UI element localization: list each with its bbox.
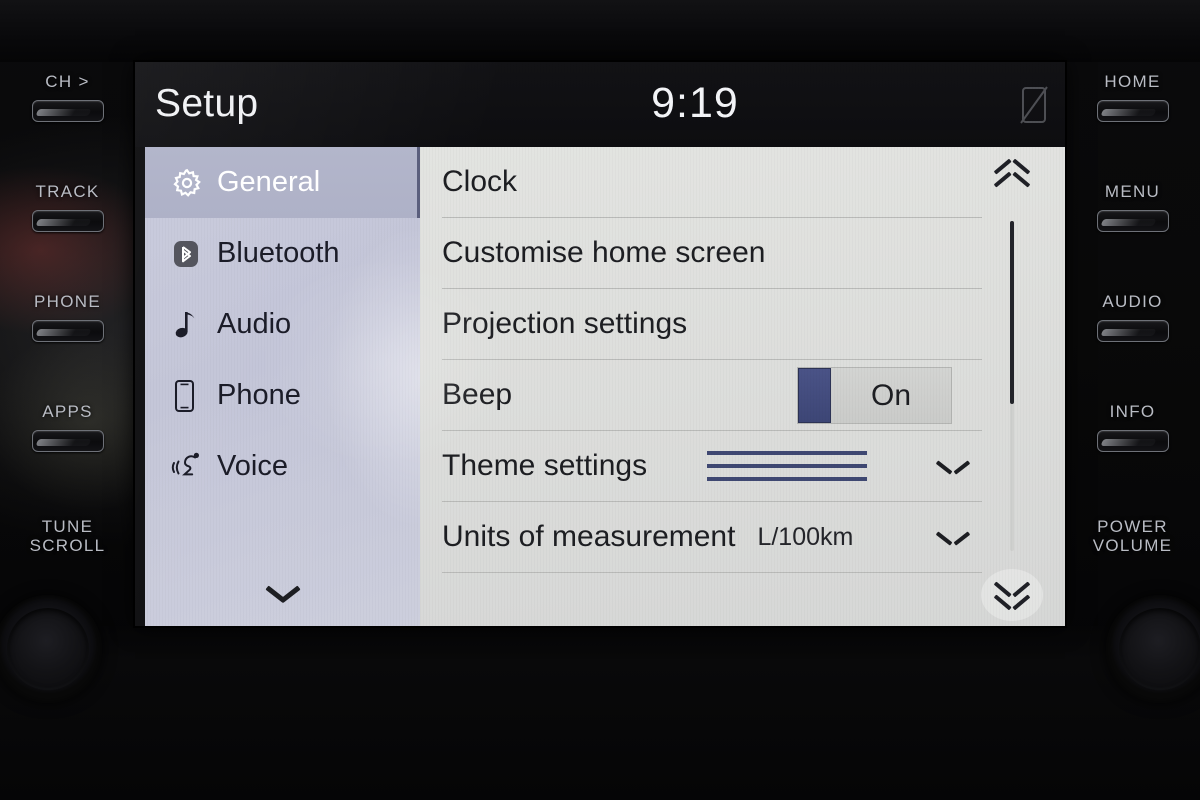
settings-list-panel: Clock Customise home screen Projection s…	[420, 147, 1065, 626]
clock-display: 9:19	[651, 79, 739, 127]
status-bar: Setup 9:19	[135, 62, 1065, 147]
beep-toggle-thumb	[798, 368, 831, 423]
double-chevron-up-icon	[995, 171, 1029, 199]
beep-toggle-state: On	[870, 378, 912, 412]
hardkey-menu-label: MENU	[1104, 182, 1161, 201]
right-bezel-controls: HOME MENU AUDIO INFO POWER VOLUME	[1065, 62, 1200, 626]
list-item-customise-home-screen[interactable]: Customise home screen	[442, 218, 982, 289]
hardkey-phone-label: PHONE	[34, 292, 101, 311]
hardkey-audio-button[interactable]	[1096, 320, 1169, 343]
scroll-down-button[interactable]	[981, 569, 1043, 621]
music-note-icon	[171, 309, 211, 341]
hardkey-info[interactable]: INFO	[1065, 402, 1200, 453]
screen-body: General Bluetooth Audio Phone Voice Cloc…	[145, 147, 1065, 626]
hardkey-audio[interactable]: AUDIO	[1065, 292, 1200, 343]
scrollbar-track[interactable]	[1010, 221, 1014, 551]
list-item-clock-label: Clock	[442, 165, 518, 198]
sidebar-item-general-label: General	[217, 166, 321, 198]
sidebar-item-audio[interactable]: Audio	[145, 289, 420, 360]
list-item-units-of-measurement[interactable]: Units of measurement L/100km	[442, 502, 982, 573]
voice-icon	[171, 451, 211, 483]
double-chevron-down-icon	[995, 581, 1029, 609]
hardkey-track[interactable]: TRACK	[0, 182, 135, 233]
hardkey-menu-button[interactable]	[1096, 210, 1169, 233]
chevron-down-icon	[938, 458, 968, 475]
hardkey-info-button[interactable]	[1096, 430, 1169, 453]
tune-scroll-knob-label: TUNE SCROLL	[0, 517, 135, 555]
gear-icon	[171, 167, 211, 199]
list-item-projection-settings-label: Projection settings	[442, 307, 688, 340]
list-item-units-of-measurement-value: L/100km	[757, 522, 854, 551]
hardkey-info-label: INFO	[1109, 402, 1156, 421]
hardkey-channel-label: CH >	[45, 72, 90, 91]
infotainment-screen: Setup 9:19 General Bluetooth Audio Phone…	[135, 62, 1065, 626]
list-item-theme-settings-label: Theme settings	[442, 449, 648, 482]
sidebar-item-phone[interactable]: Phone	[145, 360, 420, 431]
hardkey-phone-button[interactable]	[31, 320, 104, 343]
bluetooth-icon	[171, 239, 211, 269]
list-item-beep[interactable]: Beep On	[442, 360, 982, 431]
hardkey-home-button[interactable]	[1096, 100, 1169, 123]
hardkey-home[interactable]: HOME	[1065, 72, 1200, 123]
scroll-label: SCROLL	[29, 536, 106, 556]
sidebar-scroll-down-button[interactable]	[145, 583, 420, 600]
power-volume-knob-label: POWER VOLUME	[1065, 517, 1200, 555]
hardkey-home-label: HOME	[1104, 72, 1161, 91]
hardkey-menu[interactable]: MENU	[1065, 182, 1200, 233]
sidebar-item-bluetooth-label: Bluetooth	[217, 237, 340, 269]
hardkey-channel[interactable]: CH >	[0, 72, 135, 123]
hardkey-phone[interactable]: PHONE	[0, 292, 135, 343]
list-item-units-of-measurement-label: Units of measurement	[442, 520, 736, 553]
sidebar-item-voice-label: Voice	[217, 450, 288, 482]
scroll-up-button[interactable]	[981, 159, 1043, 211]
list-item-beep-label: Beep	[442, 378, 513, 411]
hardkey-apps-label: APPS	[42, 402, 93, 421]
settings-category-sidebar: General Bluetooth Audio Phone Voice	[145, 147, 420, 626]
sidebar-item-voice[interactable]: Voice	[145, 431, 420, 502]
list-item-customise-home-screen-label: Customise home screen	[442, 236, 766, 269]
list-scrollbar[interactable]	[981, 153, 1043, 621]
bezel-bottom	[0, 626, 1200, 800]
hardkey-apps[interactable]: APPS	[0, 402, 135, 453]
sidebar-item-phone-label: Phone	[217, 379, 301, 411]
no-signal-icon	[1020, 86, 1048, 124]
sidebar-item-audio-label: Audio	[217, 308, 292, 340]
hardkey-track-button[interactable]	[31, 210, 104, 233]
tune-label: TUNE	[41, 517, 94, 536]
hardkey-apps-button[interactable]	[31, 430, 104, 453]
volume-label: VOLUME	[1092, 536, 1173, 556]
theme-settings-expand-button[interactable]	[938, 458, 968, 475]
list-item-projection-settings[interactable]: Projection settings	[442, 289, 982, 360]
left-bezel-controls: CH > TRACK PHONE APPS TUNE SCROLL	[0, 62, 135, 626]
list-item-clock[interactable]: Clock	[442, 147, 982, 218]
chevron-down-icon	[268, 583, 298, 600]
scrollbar-thumb[interactable]	[1010, 221, 1014, 404]
chevron-down-icon	[938, 529, 968, 546]
units-expand-button[interactable]	[938, 529, 968, 546]
power-label: POWER	[1097, 517, 1168, 536]
hardkey-track-label: TRACK	[35, 182, 100, 201]
list-item-theme-settings[interactable]: Theme settings	[442, 431, 982, 502]
sidebar-item-bluetooth[interactable]: Bluetooth	[145, 218, 420, 289]
page-title: Setup	[155, 82, 259, 125]
beep-toggle-switch[interactable]: On	[797, 367, 952, 424]
hardkey-channel-button[interactable]	[31, 100, 104, 123]
bezel-top	[0, 0, 1200, 62]
sidebar-item-general[interactable]: General	[145, 147, 420, 218]
theme-preview-swatch	[707, 451, 867, 481]
hardkey-audio-label: AUDIO	[1102, 292, 1163, 311]
head-unit-faceplate: CH > TRACK PHONE APPS TUNE SCROLL HOME M…	[0, 0, 1200, 800]
phone-icon	[171, 379, 211, 413]
settings-list: Clock Customise home screen Projection s…	[442, 147, 982, 573]
